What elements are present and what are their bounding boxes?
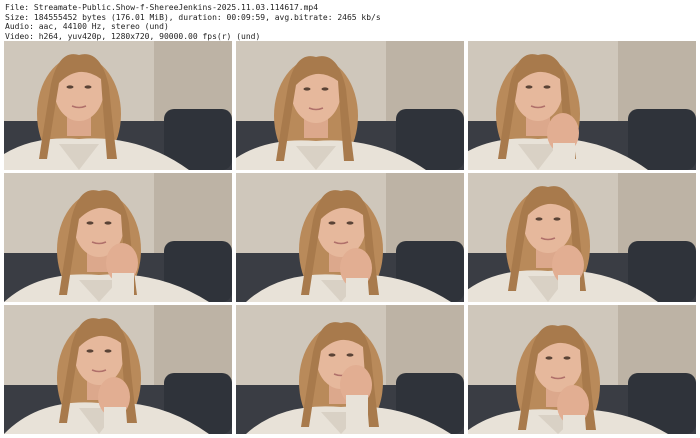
thumbnail-frame xyxy=(4,41,232,170)
thumbnail-grid xyxy=(4,41,696,435)
thumbnail-frame xyxy=(468,41,696,170)
thumbnail-frame xyxy=(236,305,464,434)
file-name-line: File: Streamate-Public.Show-f-ShereeJenk… xyxy=(5,3,319,12)
audio-info-line: Audio: aac, 44100 Hz, stereo (und) xyxy=(5,22,169,32)
file-size-line: Size: 184555452 bytes (176.01 MiB), dura… xyxy=(5,12,381,22)
thumbnail-frame xyxy=(4,305,232,434)
thumbnail-frame xyxy=(4,173,232,302)
file-info-header: File: Streamate-Public.Show-f-ShereeJenk… xyxy=(5,3,695,41)
thumbnail-frame xyxy=(236,173,464,302)
thumbnail-frame xyxy=(236,41,464,170)
thumbnail-frame xyxy=(468,305,696,434)
video-info-line: Video: h264, yuv420p, 1280x720, 90000.00… xyxy=(5,31,261,41)
thumbnail-frame xyxy=(468,173,696,302)
